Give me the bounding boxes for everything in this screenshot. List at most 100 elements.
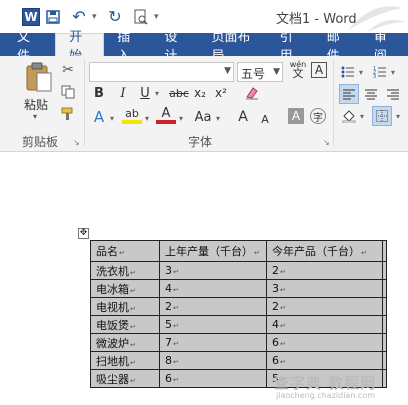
shading-dropdown-icon[interactable]: ▾: [360, 112, 364, 121]
tab-design[interactable]: 设计: [151, 30, 198, 64]
cell-marker-icon: ↵: [280, 268, 286, 276]
format-painter-icon[interactable]: [60, 106, 76, 122]
table-cell[interactable]: 6↵: [159, 369, 267, 388]
customize-qat-icon[interactable]: ▾: [154, 12, 164, 22]
clipboard-launcher-icon[interactable]: ↘: [73, 138, 80, 147]
change-case-dropdown-icon[interactable]: ▾: [216, 114, 220, 123]
align-left-icon[interactable]: [339, 84, 359, 104]
cell-text: 电冰箱: [96, 282, 129, 296]
table-cell[interactable]: 2↵: [159, 297, 267, 316]
font-launcher-icon[interactable]: ↘: [323, 138, 330, 147]
table-cell[interactable]: 5↵: [159, 315, 267, 334]
borders-icon[interactable]: [372, 106, 392, 126]
table-cell[interactable]: 微波炉↵: [90, 333, 160, 352]
table-row: 电冰箱↵ 4↵ 3↵: [90, 279, 387, 298]
tab-insert[interactable]: 插入: [104, 30, 151, 64]
character-border-button[interactable]: A: [311, 62, 327, 78]
bullets-icon[interactable]: [338, 62, 358, 82]
table-cell[interactable]: 2↵: [266, 261, 383, 280]
row-end-cell: [382, 297, 387, 316]
cell-text: 3: [165, 264, 172, 277]
cell-marker-icon: ↵: [254, 249, 260, 257]
bold-button[interactable]: B: [92, 84, 106, 102]
font-name-combo[interactable]: ▼: [89, 62, 234, 82]
tab-file[interactable]: 文件: [0, 30, 56, 64]
cell-text: 吸尘器: [96, 372, 129, 386]
chevron-down-icon[interactable]: ▼: [273, 67, 280, 77]
paste-icon[interactable]: [26, 62, 52, 92]
grow-font-button[interactable]: A: [235, 108, 251, 126]
table-cell[interactable]: 3↵: [159, 261, 267, 280]
enclose-characters-button[interactable]: 字: [310, 108, 326, 124]
undo-dropdown-icon[interactable]: ▾: [92, 12, 102, 22]
cell-text: 5: [165, 318, 172, 331]
tab-review[interactable]: 审阅: [361, 30, 408, 64]
underline-button[interactable]: U: [138, 84, 152, 102]
table-cell[interactable]: 2↵: [266, 297, 383, 316]
table-row: 电视机↵ 2↵ 2↵: [90, 297, 387, 316]
table-header-cell[interactable]: 今年产品（千台）↵: [266, 240, 383, 262]
row-end-cell: [382, 240, 387, 262]
bullets-dropdown-icon[interactable]: ▾: [359, 68, 363, 77]
cell-marker-icon: ↵: [130, 322, 136, 331]
font-color-button[interactable]: A: [156, 106, 176, 124]
character-shading-button[interactable]: A: [288, 108, 304, 124]
font-color-dropdown-icon[interactable]: ▾: [179, 114, 183, 123]
text-effects-button[interactable]: A: [90, 108, 108, 126]
table-cell[interactable]: 4↵: [266, 315, 383, 334]
svg-text:3: 3: [373, 74, 376, 79]
table-cell[interactable]: 3↵: [266, 279, 383, 298]
table-header-cell[interactable]: 上年产量（千台）↵: [159, 240, 267, 262]
highlight-dropdown-icon[interactable]: ▾: [145, 114, 149, 123]
shrink-font-button[interactable]: A: [258, 110, 272, 128]
superscript-button[interactable]: x²: [213, 84, 229, 102]
subscript-button[interactable]: x₂: [192, 84, 208, 102]
paste-button[interactable]: 粘贴: [24, 96, 48, 113]
table-cell[interactable]: 扫地机↵: [90, 351, 160, 370]
paste-dropdown-icon[interactable]: ▾: [33, 112, 37, 121]
table-move-handle-icon[interactable]: ✥: [78, 228, 89, 239]
data-table[interactable]: 品名↵ 上年产量（千台）↵ 今年产品（千台）↵ 洗衣机↵ 3↵ 2↵ 电冰箱↵ …: [90, 240, 387, 388]
text-effects-dropdown-icon[interactable]: ▾: [110, 114, 114, 123]
cell-text: 3: [272, 282, 279, 295]
align-center-icon[interactable]: [361, 84, 381, 104]
align-right-icon[interactable]: [383, 84, 403, 104]
italic-button[interactable]: I: [116, 84, 130, 102]
strikethrough-button[interactable]: abc: [168, 84, 190, 102]
tab-references[interactable]: 引用: [267, 30, 314, 64]
numbering-dropdown-icon[interactable]: ▾: [391, 68, 395, 77]
tab-mailings[interactable]: 邮件: [314, 30, 361, 64]
cell-marker-icon: ↵: [361, 249, 367, 257]
chevron-down-icon[interactable]: ▼: [224, 66, 231, 76]
cut-icon[interactable]: ✂: [60, 62, 76, 78]
cell-marker-icon: ↵: [173, 304, 179, 312]
table-cell[interactable]: 电冰箱↵: [90, 279, 160, 298]
tab-home[interactable]: 开始: [55, 30, 105, 64]
highlight-button[interactable]: ab: [122, 106, 142, 124]
table-cell[interactable]: 吸尘器↵: [90, 369, 160, 388]
undo-icon[interactable]: ↶: [66, 5, 92, 29]
numbering-icon[interactable]: 123: [370, 62, 390, 82]
change-case-button[interactable]: Aa: [192, 108, 214, 126]
borders-dropdown-icon[interactable]: ▾: [396, 112, 400, 121]
table-cell[interactable]: 电饭煲↵: [90, 315, 160, 334]
row-end-cell: [382, 261, 387, 280]
table-cell[interactable]: 电视机↵: [90, 297, 160, 316]
phonetic-guide-button[interactable]: wén 文: [286, 60, 310, 79]
table-cell[interactable]: 6↵: [266, 351, 383, 370]
save-icon[interactable]: [40, 5, 66, 29]
copy-icon[interactable]: [60, 84, 76, 100]
underline-dropdown-icon[interactable]: ▾: [155, 89, 159, 98]
table-cell[interactable]: 6↵: [266, 333, 383, 352]
table-cell[interactable]: 4↵: [159, 279, 267, 298]
table-cell[interactable]: 洗衣机↵: [90, 261, 160, 280]
clear-formatting-icon[interactable]: [243, 84, 261, 102]
table-cell[interactable]: 8↵: [159, 351, 267, 370]
table-header-cell[interactable]: 品名↵: [90, 240, 160, 262]
table-cell[interactable]: 7↵: [159, 333, 267, 352]
font-size-combo[interactable]: 五号 ▼: [237, 62, 283, 82]
tab-page-layout[interactable]: 页面布局: [198, 30, 266, 64]
cell-text: 扫地机: [96, 354, 129, 368]
cell-text: 4: [272, 318, 279, 331]
shading-bucket-icon[interactable]: [339, 106, 359, 126]
